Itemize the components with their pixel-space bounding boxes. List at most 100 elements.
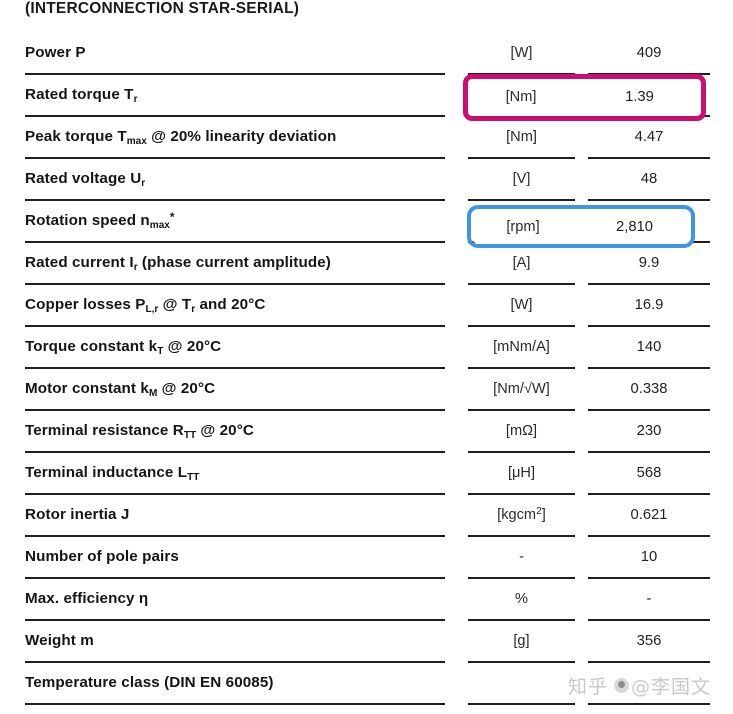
value-text: 356 xyxy=(636,632,662,649)
parameter-label-cell: Torque constant kT @ 20°C xyxy=(0,327,450,369)
value-cell: 140 xyxy=(582,327,733,369)
unit-cell: [W] xyxy=(450,33,582,75)
parameter-label-text: Max. efficiency η xyxy=(25,590,149,608)
value-underline: 9.9 xyxy=(588,243,710,285)
parameter-label-cell: Rated torque Tr xyxy=(0,75,450,117)
unit-text: [g] xyxy=(513,632,530,649)
value-text: 230 xyxy=(636,422,662,439)
parameter-label-text: Rated torque Tr xyxy=(25,86,138,105)
table-row: Rotation speed nmax* xyxy=(0,201,733,243)
unit-underline: [μH] xyxy=(468,453,575,495)
value-underline: 140 xyxy=(588,327,710,369)
unit-underline: [kgcm2] xyxy=(468,495,575,537)
table-row: Rated current Ir (phase current amplitud… xyxy=(0,243,733,285)
value-underline: 356 xyxy=(588,621,710,663)
unit-underline: [mΩ] xyxy=(468,411,575,453)
unit-underline: [Nm/√W] xyxy=(468,369,575,411)
unit-cell: [W] xyxy=(450,285,582,327)
table-row: Peak torque Tmax @ 20% linearity deviati… xyxy=(0,117,733,159)
unit-underline: [A] xyxy=(468,243,575,285)
value-cell: 48 xyxy=(582,159,733,201)
unit-cell: [g] xyxy=(450,621,582,663)
zhihu-watermark: 知乎 @李国文 xyxy=(568,672,711,699)
unit-text: - xyxy=(519,548,524,565)
table-row: Terminal inductance LTT [μH] 568 xyxy=(0,453,733,495)
unit-underline: [V] xyxy=(468,159,575,201)
zhihu-logo-text: 知乎 xyxy=(567,676,608,698)
parameter-label-text: Terminal resistance RTT @ 20°C xyxy=(25,422,254,441)
unit-underline: [g] xyxy=(468,621,575,663)
value-cell xyxy=(582,201,733,243)
unit-text: [Nm/√W] xyxy=(493,380,550,397)
unit-text: [W] xyxy=(510,296,533,313)
value-text: 409 xyxy=(636,44,662,61)
value-cell: 356 xyxy=(582,621,733,663)
value-text: 48 xyxy=(640,170,658,187)
parameter-label-text: Rated voltage Ur xyxy=(25,170,146,189)
unit-cell xyxy=(450,663,582,705)
parameter-label-underline: Rated current Ir (phase current amplitud… xyxy=(25,243,445,285)
value-underline: 0.621 xyxy=(588,495,710,537)
unit-cell: % xyxy=(450,579,582,621)
parameter-label-text: Terminal inductance LTT xyxy=(25,464,200,483)
unit-underline xyxy=(468,201,575,243)
value-text: - xyxy=(646,590,652,607)
parameter-label-underline: Peak torque Tmax @ 20% linearity deviati… xyxy=(25,117,445,159)
parameter-label-underline: Max. efficiency η xyxy=(25,579,445,621)
parameter-label-cell: Number of pole pairs xyxy=(0,537,450,579)
parameter-label-underline: Weight m xyxy=(25,621,445,663)
unit-text: % xyxy=(515,590,528,607)
spec-sheet: (INTERCONNECTION STAR-SERIAL) Power P [W]… xyxy=(0,0,733,714)
parameter-label-underline: Torque constant kT @ 20°C xyxy=(25,327,445,369)
parameter-label-text: Weight m xyxy=(25,632,94,650)
parameter-label-underline: Temperature class (DIN EN 60085) xyxy=(25,663,445,705)
unit-cell xyxy=(450,201,582,243)
parameter-label-cell: Rotor inertia J xyxy=(0,495,450,537)
parameter-label-underline: Rotor inertia J xyxy=(25,495,445,537)
value-text: 10 xyxy=(640,548,658,565)
unit-text: [V] xyxy=(512,170,531,187)
unit-underline xyxy=(468,663,575,705)
parameter-label-cell: Power P xyxy=(0,33,450,75)
unit-text: [mΩ] xyxy=(505,422,538,439)
value-cell: 4.47 xyxy=(582,117,733,159)
table-row: Copper losses PL,r @ Tr and 20°C [W] 16.9 xyxy=(0,285,733,327)
parameter-label-cell: Terminal resistance RTT @ 20°C xyxy=(0,411,450,453)
parameter-label-cell: Copper losses PL,r @ Tr and 20°C xyxy=(0,285,450,327)
parameter-label-text: Copper losses PL,r @ Tr and 20°C xyxy=(25,296,266,315)
value-underline: 230 xyxy=(588,411,710,453)
zhihu-author-handle: @李国文 xyxy=(630,676,711,698)
unit-text: [mNm/A] xyxy=(493,338,550,355)
specification-table-body: Power P [W] 409 Rated torque Tr Peak torque … xyxy=(0,33,733,705)
value-underline: 0.338 xyxy=(588,369,710,411)
value-underline xyxy=(588,75,710,117)
unit-cell: [μH] xyxy=(450,453,582,495)
table-row: Motor constant kM @ 20°C [Nm/√W] 0.338 xyxy=(0,369,733,411)
parameter-label-cell: Motor constant kM @ 20°C xyxy=(0,369,450,411)
value-text: 9.9 xyxy=(638,254,660,271)
unit-text: [μH] xyxy=(507,464,536,481)
table-row: Power P [W] 409 xyxy=(0,33,733,75)
value-cell: 230 xyxy=(582,411,733,453)
table-row: Rated torque Tr xyxy=(0,75,733,117)
parameter-label-underline: Power P xyxy=(25,33,445,75)
value-cell xyxy=(582,75,733,117)
unit-underline: [mNm/A] xyxy=(468,327,575,369)
parameter-label-text: Power P xyxy=(25,44,86,62)
value-text: 4.47 xyxy=(634,128,664,145)
value-underline xyxy=(588,201,710,243)
page-title: (INTERCONNECTION STAR-SERIAL) xyxy=(25,0,300,17)
value-cell: 568 xyxy=(582,453,733,495)
table-row: Terminal resistance RTT @ 20°C [mΩ] 230 xyxy=(0,411,733,453)
parameter-label-underline: Terminal inductance LTT xyxy=(25,453,445,495)
parameter-label-underline: Rated torque Tr xyxy=(25,75,445,117)
value-text: 140 xyxy=(636,338,662,355)
value-underline: 10 xyxy=(588,537,710,579)
parameter-label-text: Rotor inertia J xyxy=(25,506,130,524)
unit-text: [W] xyxy=(510,44,533,61)
parameter-label-cell: Rated current Ir (phase current amplitud… xyxy=(0,243,450,285)
value-cell: 9.9 xyxy=(582,243,733,285)
parameter-label-text: Rated current Ir (phase current amplitud… xyxy=(25,254,331,273)
zhihu-author: @李国文 xyxy=(613,672,711,699)
unit-cell: [mNm/A] xyxy=(450,327,582,369)
